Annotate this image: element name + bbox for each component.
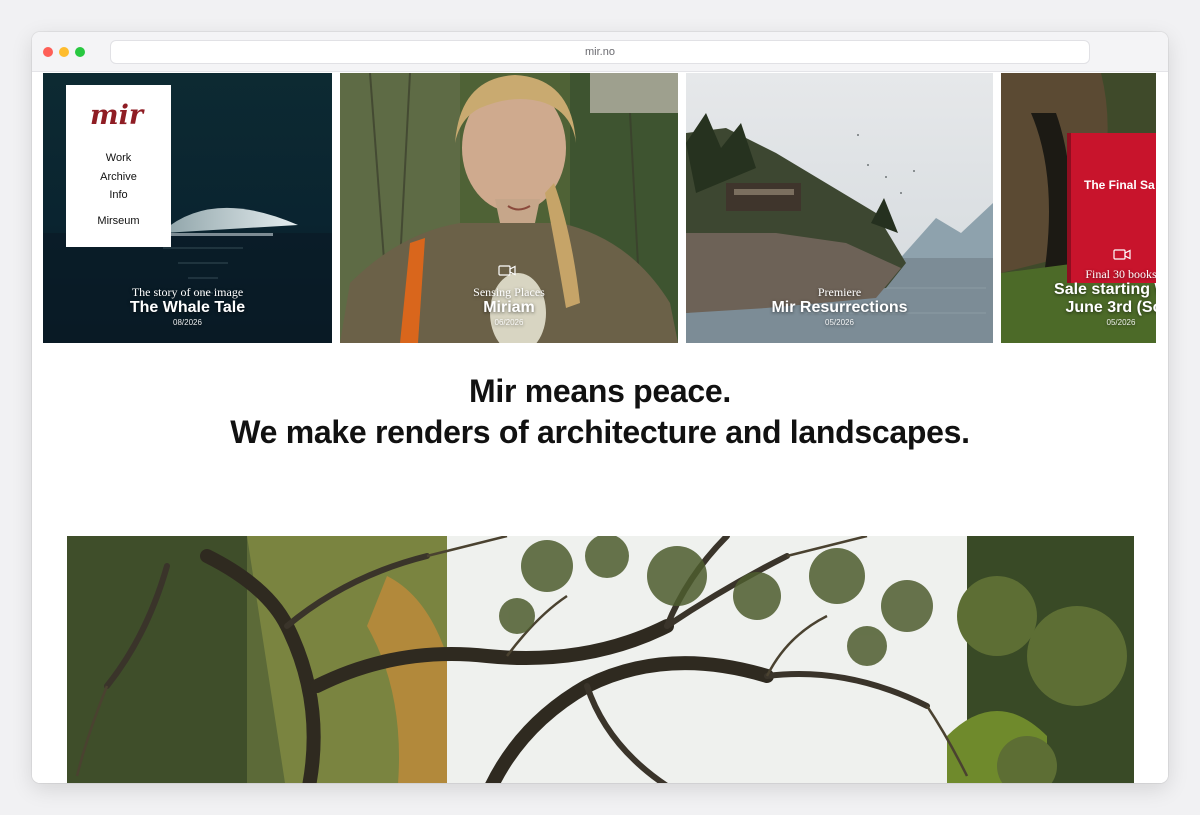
card-date: 05/2026 [1106, 318, 1136, 327]
card-whale-tale[interactable]: mir Work Archive Info Mirseum The story … [43, 73, 332, 343]
browser-window: mir.no mir Work Archive Info Mirseum The… [32, 32, 1168, 783]
book-cover-title: The Final Sa [1084, 178, 1155, 192]
tagline-line-2: We make renders of architecture and land… [230, 414, 970, 450]
tagline: Mir means peace. We make renders of arch… [32, 371, 1168, 453]
nav-link-work[interactable]: Work [66, 151, 171, 165]
card-title[interactable]: The Whale Tale [43, 299, 332, 317]
logo-wordmark: mir [90, 100, 145, 130]
main-navigation: mir Work Archive Info Mirseum [66, 85, 171, 247]
card-caption: The story of one image The Whale Tale 08… [43, 285, 332, 329]
video-camera-icon [1113, 249, 1131, 260]
card-mir-resurrections[interactable]: Premiere Mir Resurrections 05/2026 [686, 73, 993, 343]
card-title[interactable]: Sale starting Wed [1021, 281, 1156, 299]
card-final-books[interactable]: The Final Sa Final 30 books Sale startin… [1001, 73, 1156, 343]
nav-link-archive[interactable]: Archive [66, 170, 171, 184]
card-kicker: The story of one image [131, 285, 244, 299]
tree-canopy-photo [67, 536, 1134, 783]
card-title-line2[interactable]: June 3rd (Sold [1021, 299, 1156, 317]
mir-logo[interactable]: mir [88, 100, 148, 130]
card-kicker: Final 30 books [1085, 267, 1156, 281]
card-date: 06/2026 [494, 318, 524, 327]
card-title[interactable]: Miriam [340, 299, 678, 317]
card-kicker: Premiere [817, 285, 862, 299]
nav-link-mirseum[interactable]: Mirseum [66, 214, 171, 228]
video-camera-icon [498, 265, 516, 276]
nav-link-info[interactable]: Info [66, 188, 171, 202]
card-date: 05/2026 [825, 318, 854, 327]
minimize-window-button[interactable] [59, 47, 69, 57]
maximize-window-button[interactable] [75, 47, 85, 57]
card-caption: Sensing Places Miriam 06/2026 [340, 285, 678, 329]
hero-tree-image[interactable] [67, 536, 1134, 783]
card-miriam[interactable]: Sensing Places Miriam 06/2026 [340, 73, 678, 343]
browser-titlebar: mir.no [32, 32, 1168, 72]
card-kicker: Sensing Places [473, 285, 545, 299]
card-title[interactable]: Mir Resurrections [686, 299, 993, 317]
card-caption: Premiere Mir Resurrections 05/2026 [686, 285, 993, 329]
card-date: 08/2026 [173, 318, 202, 327]
close-window-button[interactable] [43, 47, 53, 57]
page-viewport[interactable]: mir Work Archive Info Mirseum The story … [32, 73, 1168, 783]
card-caption: Final 30 books Sale starting Wed June 3r… [1021, 267, 1156, 329]
tagline-line-1: Mir means peace. [469, 373, 731, 409]
address-bar[interactable]: mir.no [110, 40, 1090, 64]
